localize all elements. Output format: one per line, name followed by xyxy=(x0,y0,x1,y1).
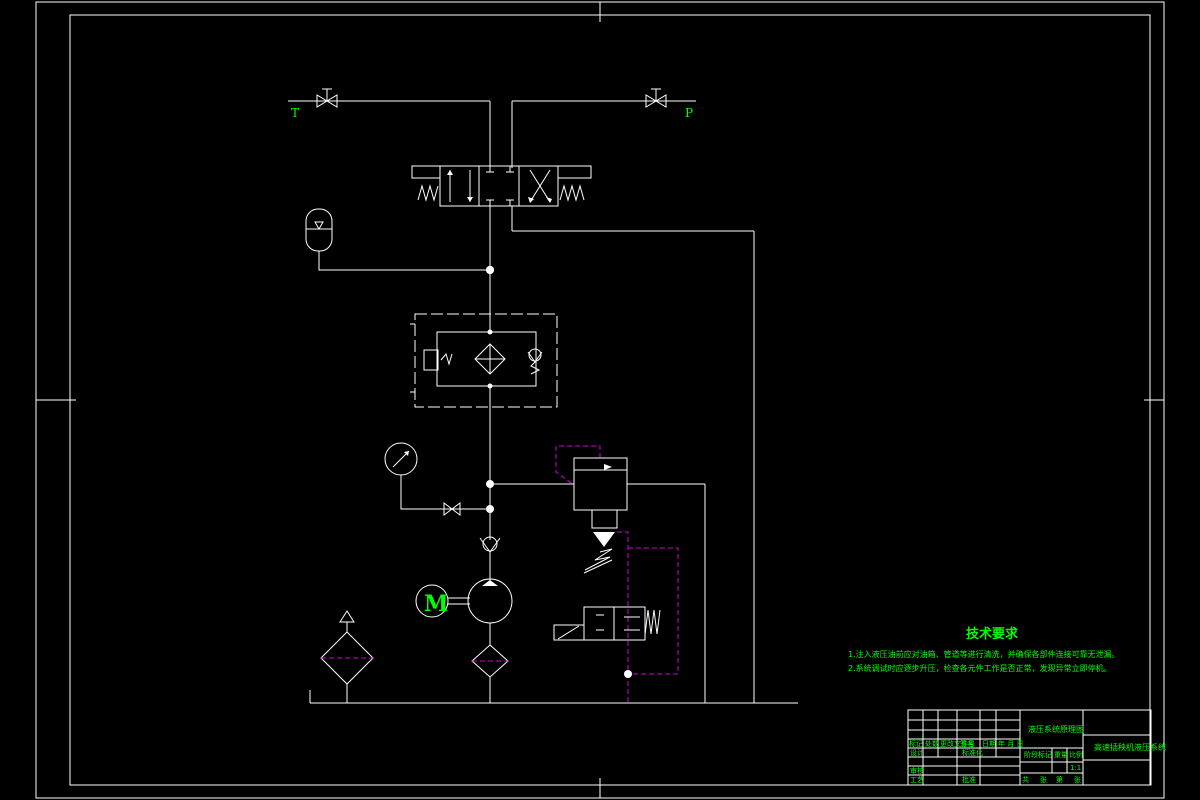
directional-valve-4-3 xyxy=(411,165,592,207)
technical-requirements: 技术要求 1.注入液压油前应对油箱、管道等进行清洗，并确保各部件连接可靠无泄漏。… xyxy=(848,626,1120,673)
junction xyxy=(486,505,494,513)
tb-stage: 阶段标记 xyxy=(1024,750,1052,759)
relief-valve-pilot-line xyxy=(555,445,601,486)
tb-standardize: 标准化 xyxy=(962,748,983,757)
hydraulic-pump xyxy=(467,578,513,645)
notes-line-1: 1.注入液压油前应对油箱、管道等进行清洗，并确保各部件连接可靠无泄漏。 xyxy=(848,649,1120,659)
tb-header-6: 年 月 日 xyxy=(998,739,1023,748)
tb-sheet-no: 第 xyxy=(1056,775,1063,784)
tb-scale: 1:1 xyxy=(1070,764,1081,772)
tank-port-label: T xyxy=(291,106,299,120)
suction-filter xyxy=(471,644,509,703)
drawing-border xyxy=(35,1,1165,799)
tb-ratio: 比例 xyxy=(1069,750,1083,759)
hydraulic-schematic: T P M 技术要求 1.注入液压油前应对油箱、管道等进行清洗，并确保各部件连接… xyxy=(35,1,1166,799)
solenoid-unloading-valve xyxy=(553,606,661,641)
tb-header-1: 标记 xyxy=(909,739,923,748)
tank-shutoff-valve xyxy=(316,88,338,108)
tb-row-review: 审核 xyxy=(910,766,924,775)
reservoir-line xyxy=(309,690,798,704)
junction xyxy=(486,266,494,274)
tb-sheet-total-unit: 张 xyxy=(1040,775,1047,784)
tb-row-process: 工艺 xyxy=(910,776,924,784)
tank-line xyxy=(288,100,491,168)
tb-header-2: 处数 xyxy=(925,739,939,748)
air-breather xyxy=(320,610,374,703)
pressure-shutoff-valve xyxy=(645,88,667,108)
tb-sheet-no-unit: 张 xyxy=(1074,775,1081,784)
notes-line-2: 2.系统调试时应逐步升压，检查各元件工作是否正常，发现异常立即停机。 xyxy=(848,663,1112,673)
accumulator xyxy=(305,208,494,274)
motor-label: M xyxy=(424,591,448,617)
pressure-line xyxy=(511,100,696,168)
tb-header-5: 日期 xyxy=(982,740,996,748)
tb-header-4: 签名 xyxy=(960,739,974,748)
drawing-name: 液压系统原理图 xyxy=(1028,724,1084,734)
pressure-port-label: P xyxy=(685,106,693,120)
tb-weight: 重量 xyxy=(1054,751,1068,759)
return-line xyxy=(511,206,755,703)
project-name: 高速插秧机液压系统 xyxy=(1094,742,1166,752)
pressure-gauge xyxy=(384,442,490,510)
relief-valve xyxy=(490,457,706,703)
notes-title: 技术要求 xyxy=(966,626,1019,642)
junction xyxy=(624,670,632,678)
tb-row-design: 设计 xyxy=(910,748,924,757)
filter-cooler-assembly xyxy=(410,313,558,408)
tb-approve: 批准 xyxy=(962,775,976,784)
tb-sheet-total: 共 xyxy=(1022,775,1029,784)
